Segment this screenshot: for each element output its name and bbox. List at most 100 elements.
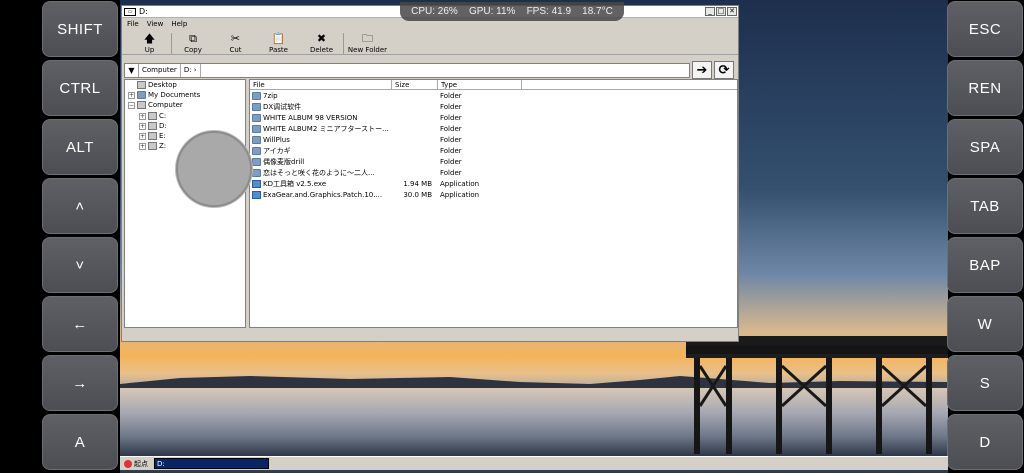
w-key-button[interactable]: W [947,296,1023,352]
file-name-cell: 恋はそっと咲く花のように～二人... [250,168,392,178]
start-label: 起点 [134,459,148,468]
column-header-type[interactable]: Type [438,80,522,89]
virtual-touch-joystick[interactable] [176,131,252,207]
down-key-button[interactable]: ˅ [42,237,118,293]
table-row[interactable]: アイカギ Folder [250,145,737,156]
window-title: D: [139,7,148,16]
arrow-right-icon: ➔ [696,62,708,78]
go-button[interactable]: ➔ [692,61,712,79]
new-folder-button[interactable]: 🗀 New Folder [343,33,391,54]
right-arrow-key-button[interactable]: → [42,355,118,411]
menu-view[interactable]: View [147,20,164,28]
pier-silhouette [686,336,948,454]
file-name-cell: WHITE ALBUM2 ミニアフターストー... [250,124,392,134]
bap-key-button[interactable]: BAP [947,237,1023,293]
fps-readout: FPS: 41.9 [526,6,572,17]
a-key-button[interactable]: A [42,414,118,470]
paste-icon: 📋 [271,32,286,45]
folder-icon [252,102,261,111]
table-row[interactable]: DX调试软件 Folder [250,101,737,112]
expand-icon[interactable]: + [139,112,146,120]
breadcrumb-computer[interactable]: Computer [139,63,181,77]
folder-icon [252,157,261,166]
chevron-right-icon: › [193,65,197,74]
close-button[interactable]: ✕ [727,7,737,16]
table-row[interactable]: WHITE ALBUM 98 VERSION Folder [250,112,737,123]
file-size-cell: 1.94 MB [403,179,432,188]
table-row[interactable]: WHITE ALBUM2 ミニアフターストー... Folder [250,123,737,134]
menu-file[interactable]: File [127,20,139,28]
delete-icon: ✖ [316,32,327,45]
column-header-file[interactable]: File [250,80,392,89]
menu-help[interactable]: Help [171,20,187,28]
drive-icon [148,112,157,120]
alt-key-button[interactable]: ALT [42,119,118,175]
left-arrow-key-button[interactable]: ← [42,296,118,352]
s-key-button[interactable]: S [947,355,1023,411]
tree-item-drive-d[interactable]: + D: [139,122,167,130]
taskbar-item-d-drive[interactable]: D: [154,458,269,469]
folder-icon [137,91,146,99]
tree-item-drive-c[interactable]: + C: [139,112,166,120]
refresh-button[interactable]: ⟳ [714,61,734,79]
file-size-cell: 30.0 MB [403,190,432,199]
d-key-button[interactable]: D [947,414,1023,470]
shift-key-button[interactable]: SHIFT [42,1,118,57]
tab-key-button[interactable]: TAB [947,178,1023,234]
file-type-cell: Application [440,190,480,199]
up-button[interactable]: 🡅 Up [128,33,171,55]
cut-button[interactable]: ✂ Cut [214,32,257,55]
expand-icon[interactable]: + [128,91,135,99]
table-row[interactable]: KD工具箱 v2.5.exe 1.94 MB Application [250,178,737,189]
breadcrumb-d-drive[interactable]: D: › [181,63,201,77]
scissors-icon: ✂ [230,32,241,45]
expand-icon[interactable]: + [139,122,146,130]
table-row[interactable]: 7zip Folder [250,90,737,101]
ctrl-key-button[interactable]: CTRL [42,60,118,116]
up-key-button[interactable]: ˄ [42,178,118,234]
window-controls: _ □ ✕ [705,7,737,16]
application-icon [252,179,261,188]
expand-icon[interactable]: + [139,132,146,140]
computer-icon [137,101,146,109]
minimize-button[interactable]: _ [705,7,715,16]
expand-icon[interactable]: + [139,142,146,150]
ren-key-button[interactable]: REN [947,60,1023,116]
table-row[interactable]: 偶像麦版drill Folder [250,156,737,167]
right-key-column: ESC REN SPA TAB BAP W S D [947,0,1024,473]
esc-key-button[interactable]: ESC [947,1,1023,57]
table-row[interactable]: WillPlus Folder [250,134,737,145]
file-name-cell: KD工具箱 v2.5.exe [250,179,392,189]
address-bar[interactable]: ▼ Computer D: › [124,62,690,78]
collapse-icon[interactable]: − [128,101,135,109]
start-icon [124,459,132,468]
toolbar: 🡅 Up ⧉ Copy ✂ Cut 📋 Paste ✖ Delete 🗀 New… [122,29,738,55]
tree-item-my-documents[interactable]: + My Documents [128,91,200,99]
paste-button[interactable]: 📋 Paste [257,32,300,55]
paste-button-label: Paste [269,46,288,54]
new-folder-icon: 🗀 [362,32,373,45]
file-type-cell: Folder [440,124,462,133]
copy-button[interactable]: ⧉ Copy [171,33,214,54]
column-header-size[interactable]: Size [392,80,438,89]
folder-icon [252,146,261,155]
tree-item-computer[interactable]: − Computer [128,101,183,109]
file-name-cell: アイカギ [250,146,392,156]
drive-icon [148,122,157,130]
spa-key-button[interactable]: SPA [947,119,1023,175]
tree-item-drive-z[interactable]: + Z: [139,142,166,150]
tree-item-drive-e[interactable]: + E: [139,132,166,140]
maximize-button[interactable]: □ [716,7,726,16]
delete-button[interactable]: ✖ Delete [300,32,343,55]
address-row: ▼ Computer D: › ➔ ⟳ [122,59,738,81]
file-type-cell: Folder [440,102,462,111]
folder-icon [252,135,261,144]
file-type-cell: Folder [440,168,462,177]
start-button[interactable]: 起点 [120,458,152,470]
table-row[interactable]: 恋はそっと咲く花のように～二人... Folder [250,167,737,178]
mouse-cursor-icon [367,156,372,166]
table-row[interactable]: ExaGear.and.Graphics.Patch.10.... 30.0 MB… [250,189,737,200]
history-dropdown-icon[interactable]: ▼ [125,63,139,77]
drive-icon [148,132,157,140]
tree-item-desktop[interactable]: Desktop [137,81,177,89]
